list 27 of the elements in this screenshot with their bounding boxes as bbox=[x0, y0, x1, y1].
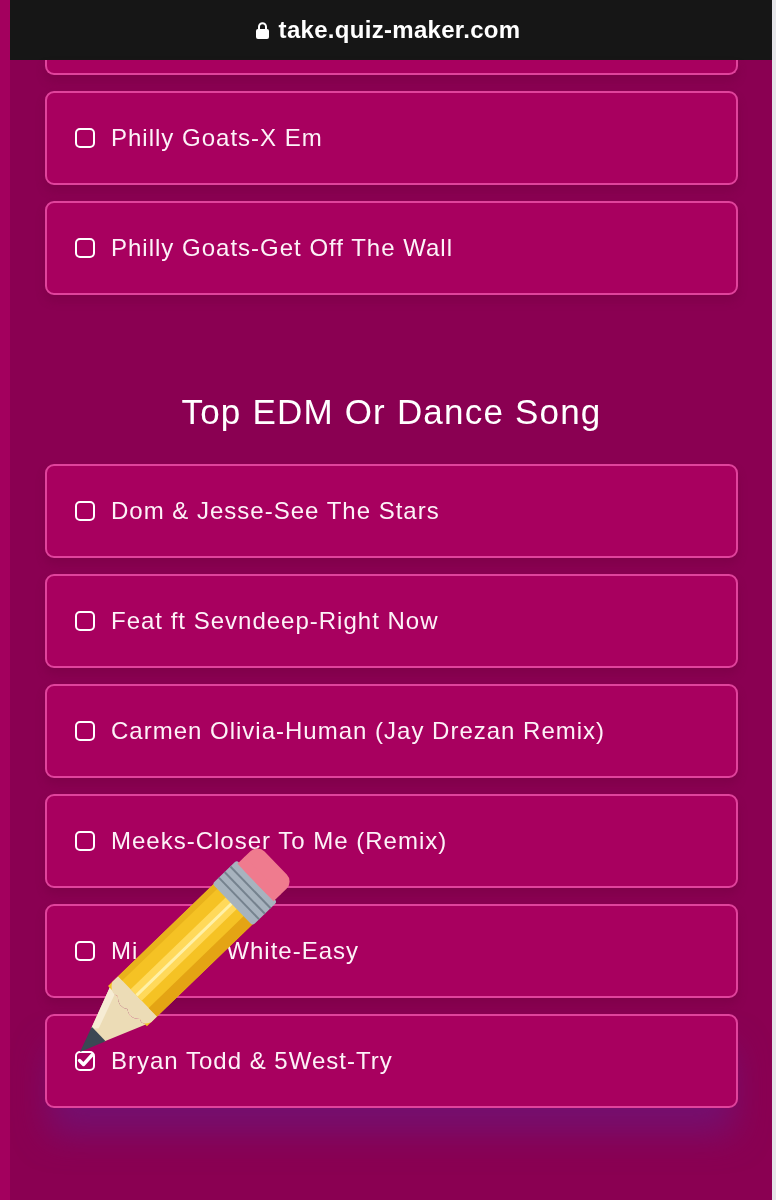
checkbox[interactable] bbox=[75, 831, 95, 851]
checkbox[interactable] bbox=[75, 611, 95, 631]
option-label: Mi bbox=[111, 936, 139, 966]
option-label: Meeks-Closer To Me (Remix) bbox=[111, 826, 448, 856]
option-label: Dom & Jesse-See The Stars bbox=[111, 496, 440, 526]
url-text: take.quiz-maker.com bbox=[278, 16, 521, 44]
option-label: Philly Goats-Get Off The Wall bbox=[111, 233, 453, 263]
checkbox[interactable] bbox=[75, 721, 95, 741]
answer-option[interactable]: Feat ft Sevndeep-Right Now bbox=[45, 574, 738, 668]
answer-option[interactable]: Meeks-Closer To Me (Remix) bbox=[45, 794, 738, 888]
option-label: Carmen Olivia-Human (Jay Drezan Remix) bbox=[111, 716, 606, 746]
option-label: Philly Goats-X Em bbox=[111, 123, 323, 153]
option-label: Feat ft Sevndeep-Right Now bbox=[111, 606, 439, 636]
answer-option[interactable]: Carmen Olivia-Human (Jay Drezan Remix) bbox=[45, 684, 738, 778]
checkbox[interactable] bbox=[75, 501, 95, 521]
answer-option[interactable]: Bryan Todd & 5West-Try bbox=[45, 1014, 738, 1108]
checkbox[interactable] bbox=[75, 1051, 95, 1071]
option-label: Bryan Todd & 5West-Try bbox=[111, 1046, 393, 1076]
option-label: White-Easy bbox=[226, 936, 360, 966]
question-title: Top EDM Or Dance Song bbox=[180, 392, 603, 432]
answer-option[interactable]: Philly Goats-Get Off The Wall bbox=[45, 201, 738, 295]
answer-option[interactable]: Philly Goats-X Em bbox=[45, 91, 738, 185]
checkbox[interactable] bbox=[75, 941, 95, 961]
lock-icon bbox=[255, 21, 269, 39]
answer-option[interactable]: Dom & Jesse-See The Stars bbox=[45, 464, 738, 558]
checkbox[interactable] bbox=[75, 128, 95, 148]
checkbox[interactable] bbox=[75, 238, 95, 258]
